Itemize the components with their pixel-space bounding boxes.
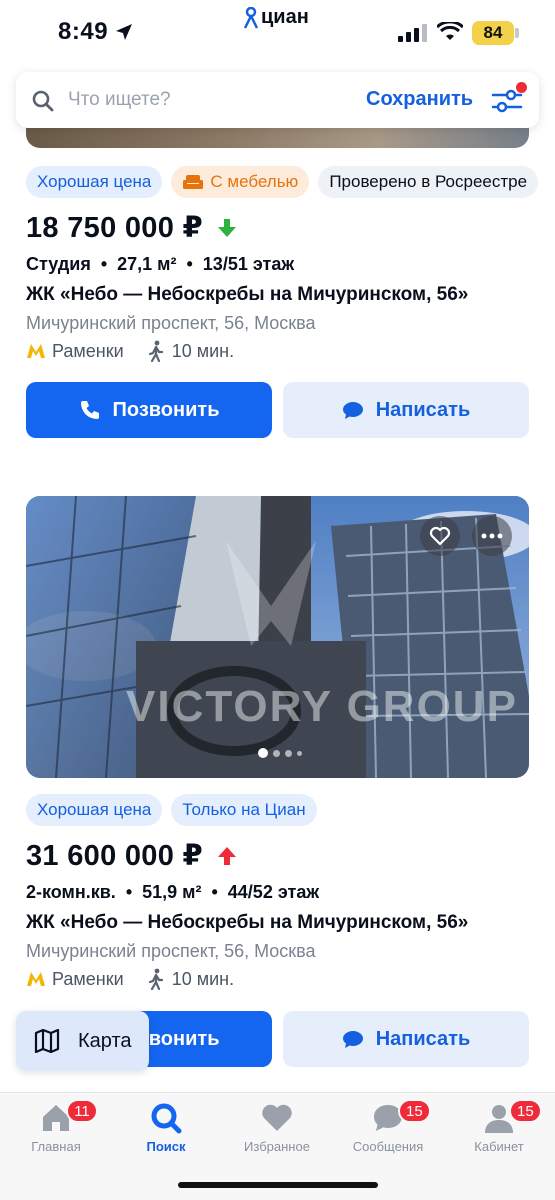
write-label: Написать [375,1027,471,1050]
tag-good-price: Хорошая цена [26,166,163,198]
sofa-icon [183,175,204,189]
cian-logo-icon [243,6,259,29]
tag-good-price: Хорошая цена [26,794,163,826]
tag-label: С мебелью [210,172,299,191]
metro-info: Раменки 10 мин. [26,340,234,362]
rooms: Студия [26,254,91,274]
metro-station: Раменки [52,968,124,989]
tag-furnished: С мебелью [171,166,310,198]
floor: 13/51 этаж [202,254,295,274]
listing-tags: Хорошая цена С мебелью Проверено в Росре… [26,166,539,198]
metro-icon [27,972,45,986]
battery-tip [515,28,519,38]
heart-icon [262,1104,292,1131]
tag-label: Проверено в Росреестре [329,172,528,191]
tag-verified: Проверено в Росреестре [318,166,539,198]
walk-time: 10 мин. [171,968,235,989]
battery-indicator: 84 [472,21,514,45]
filters-active-dot [516,82,527,93]
pager-dot-active [258,748,268,758]
rooms: 2-комн.кв. [26,882,116,902]
complex-name[interactable]: ЖК «Небо — Небоскребы на Мичуринском, 56… [26,284,468,306]
clock: 8:49 [58,18,109,45]
location-arrow-icon [116,24,132,40]
tab-label: Главная [31,1139,81,1154]
tag-label: Только на Циан [182,800,306,819]
separator: • [211,882,218,902]
map-button[interactable]: Карта [16,1011,149,1071]
separator: • [186,254,193,274]
tab-label: Избранное [244,1139,310,1154]
tag-label: Хорошая цена [37,800,152,819]
tab-messages[interactable]: Сообщения 15 [338,1099,438,1154]
wifi-icon [437,22,463,40]
tag-only-cian: Только на Циан [171,794,317,826]
photo-pager [258,748,302,758]
search-icon [32,90,54,112]
area: 51,9 м² [142,882,202,902]
listing-tags: Хорошая цена Только на Циан [26,794,317,826]
chat-bubble-icon [342,402,363,419]
notification-badge: 15 [398,1099,431,1123]
complex-name[interactable]: ЖК «Небо — Небоскребы на Мичуринском, 56… [26,912,468,934]
price-down-arrow-icon [217,218,236,237]
listing-specs: Студия • 27,1 м² • 13/51 этаж [26,254,294,275]
listing-price: 18 750 000 ₽ [26,212,203,244]
chat-bubble-icon [342,1031,363,1048]
tab-label: Сообщения [352,1139,424,1154]
write-label: Написать [375,398,471,421]
price-up-arrow-icon [217,846,236,865]
tab-favorites[interactable]: Избранное [227,1101,327,1154]
pager-dot [285,749,292,757]
write-button[interactable]: Написать [283,382,529,438]
call-button[interactable]: Позвонить [26,382,272,438]
search-input[interactable]: Что ищете? [68,89,171,111]
metro-icon [27,344,45,358]
walking-icon [148,968,163,990]
tab-home[interactable]: Главная 11 [6,1099,106,1154]
separator: • [100,254,108,274]
write-button[interactable]: Написать [283,1011,529,1067]
area: 27,1 м² [117,254,177,274]
map-icon [34,1029,60,1053]
call-label: Позвонить [112,398,220,421]
tab-search[interactable]: Поиск [116,1101,216,1154]
brand-logo: циан [243,6,309,29]
search-bar: Что ищете? Сохранить [16,72,539,128]
notification-badge: 11 [66,1099,98,1123]
cellular-signal-icon [398,24,427,42]
watermark: VICTORY GROUP [126,682,518,731]
pager-dot [297,750,302,756]
address: Мичуринский проспект, 56, Москва [26,313,316,333]
home-indicator [178,1182,378,1188]
search-icon [151,1103,182,1134]
walking-icon [148,340,163,362]
favorite-button[interactable] [420,516,460,556]
price-row: 31 600 000 ₽ [26,838,237,873]
status-bar: 8:49 циан 84 [0,0,555,62]
notification-badge: 15 [509,1099,542,1123]
tab-label: Поиск [146,1139,186,1154]
walk-time: 10 мин. [171,340,235,361]
metro-info: Раменки 10 мин. [26,968,234,990]
listing-specs: 2-комн.кв. • 51,9 м² • 44/52 этаж [26,882,319,903]
metro-station: Раменки [52,340,124,361]
heart-icon [429,526,451,546]
separator: • [125,882,133,902]
tab-account[interactable]: Кабинет 15 [449,1099,549,1154]
pager-dot [273,749,280,757]
listing-price: 31 600 000 ₽ [26,840,203,872]
address: Мичуринский проспект, 56, Москва [26,941,316,961]
brand-name: циан [261,6,309,28]
map-label: Карта [78,1029,132,1052]
more-options-button[interactable] [472,516,512,556]
save-search-button[interactable]: Сохранить [366,88,473,111]
floor: 44/52 этаж [227,882,320,902]
price-row: 18 750 000 ₽ [26,210,237,245]
tag-label: Хорошая цена [37,172,152,191]
listing-photo[interactable]: VICTORY GROUP [26,496,529,778]
more-dots-icon [481,533,503,539]
tab-label: Кабинет [474,1139,524,1154]
phone-icon [80,401,99,419]
